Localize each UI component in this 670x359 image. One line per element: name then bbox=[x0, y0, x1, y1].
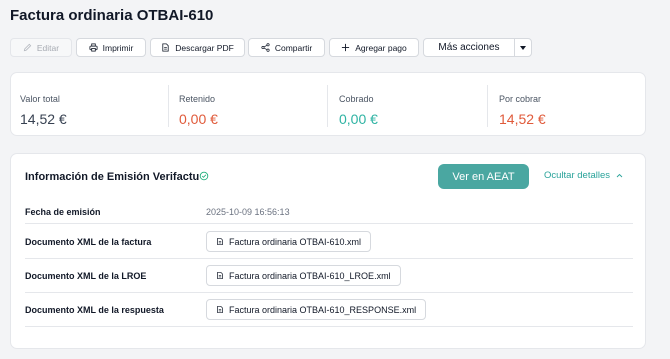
stat-value: 14,52 € bbox=[499, 111, 546, 127]
stat-value: 0,00 € bbox=[179, 111, 218, 127]
stat-label: Por cobrar bbox=[499, 94, 542, 104]
print-button[interactable]: Imprimir bbox=[76, 38, 146, 57]
lroe-xml-file-button[interactable]: Factura ordinaria OTBAI-610_LROE.xml bbox=[206, 265, 401, 286]
share-button[interactable]: Compartir bbox=[248, 38, 325, 57]
document-icon bbox=[217, 271, 223, 280]
row-divider bbox=[25, 223, 633, 224]
response-xml-file-button[interactable]: Factura ordinaria OTBAI-610_RESPONSE.xml bbox=[206, 299, 427, 320]
download-pdf-button[interactable]: Descargar PDF bbox=[150, 38, 245, 57]
add-payment-label: Agregar pago bbox=[355, 42, 407, 53]
share-label: Compartir bbox=[274, 42, 313, 53]
pencil-icon bbox=[23, 43, 32, 52]
row-label-lroe-xml: Documento XML de la LROE bbox=[25, 271, 147, 281]
document-icon bbox=[217, 305, 223, 314]
row-label-issue-date: Fecha de emisión bbox=[25, 207, 101, 217]
file-name: Factura ordinaria OTBAI-610_LROE.xml bbox=[229, 270, 391, 281]
edit-button[interactable]: Editar bbox=[10, 38, 72, 57]
row-divider bbox=[25, 258, 633, 259]
row-divider bbox=[25, 292, 633, 293]
more-actions-dropdown[interactable] bbox=[514, 38, 532, 57]
stat-value: 14,52 € bbox=[20, 111, 67, 127]
check-circle-icon bbox=[199, 171, 209, 181]
stat-value: 0,00 € bbox=[339, 111, 378, 127]
more-actions-label: Más acciones bbox=[438, 42, 500, 53]
stat-label: Retenido bbox=[179, 94, 216, 104]
issue-date-value: 2025-10-09 16:56:13 bbox=[206, 207, 290, 217]
summary-card: Valor total 14,52 € Retenido 0,00 € Cobr… bbox=[10, 72, 646, 136]
divider bbox=[168, 85, 169, 127]
row-label-invoice-xml: Documento XML de la factura bbox=[25, 237, 152, 247]
chevron-up-icon bbox=[616, 173, 623, 178]
details-title: Información de Emisión Verifactu bbox=[25, 171, 200, 183]
document-icon bbox=[217, 237, 223, 246]
add-payment-button[interactable]: Agregar pago bbox=[329, 38, 419, 57]
row-divider bbox=[25, 326, 633, 327]
download-pdf-label: Descargar PDF bbox=[175, 42, 234, 53]
print-label: Imprimir bbox=[102, 42, 134, 53]
page-title: Factura ordinaria OTBAI-610 bbox=[10, 7, 214, 24]
edit-label: Editar bbox=[36, 42, 60, 53]
stat-label: Cobrado bbox=[339, 94, 374, 104]
verifactu-details-card: Información de Emisión Verifactu Ver en … bbox=[10, 153, 646, 349]
divider bbox=[327, 85, 328, 127]
file-name: Factura ordinaria OTBAI-610_RESPONSE.xml bbox=[229, 304, 417, 315]
row-label-response-xml: Documento XML de la respuesta bbox=[25, 305, 164, 315]
divider bbox=[487, 85, 488, 127]
hide-details-label: Ocultar detalles bbox=[544, 170, 611, 181]
file-name: Factura ordinaria OTBAI-610.xml bbox=[229, 236, 362, 247]
hide-details-link[interactable]: Ocultar detalles bbox=[544, 170, 623, 181]
stat-label: Valor total bbox=[20, 94, 60, 104]
share-icon bbox=[261, 43, 270, 52]
printer-icon bbox=[89, 43, 98, 52]
view-in-aeat-button[interactable]: Ver en AEAT bbox=[438, 164, 529, 189]
caret-down-icon bbox=[520, 45, 526, 50]
document-icon bbox=[162, 43, 169, 52]
plus-icon bbox=[342, 43, 350, 52]
invoice-xml-file-button[interactable]: Factura ordinaria OTBAI-610.xml bbox=[206, 231, 372, 252]
more-actions-button[interactable]: Más acciones bbox=[423, 38, 515, 57]
